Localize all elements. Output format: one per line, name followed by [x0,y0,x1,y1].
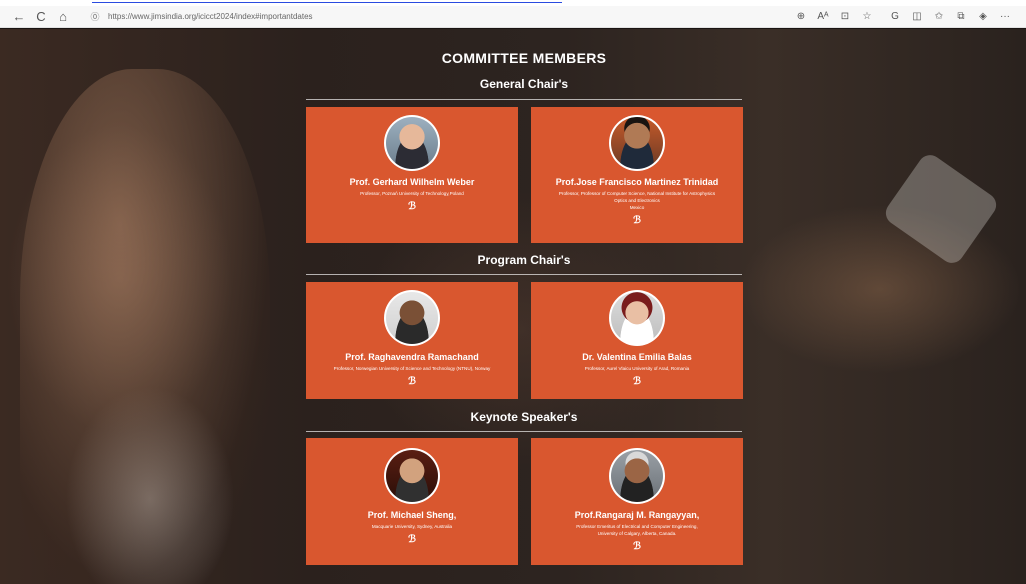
signature-logo-icon: ℬ [633,376,641,387]
member-photo [384,115,440,171]
address-bar[interactable]: ⓪ https://www.jimsindia.org/icicct2024/i… [88,8,748,26]
member-affiliation: Professor, Professor of Computer Science… [558,191,716,196]
member-affiliation: Professor Emeritus of Electrical and Com… [576,524,698,529]
member-affiliation: Macquarie University, Sydney, Australia [371,524,453,529]
favorites-icon[interactable]: ✩ [928,11,950,22]
page-viewport: COMMITTEE MEMBERS General Chair's Prof. … [0,29,1026,584]
page-title: COMMITTEE MEMBERS [441,50,607,66]
section-heading-keynote-speakers: Keynote Speaker's [470,410,578,424]
browser-essentials-icon[interactable]: ◈ [972,11,994,22]
member-affiliation: Optics and Electronics [614,198,660,203]
more-menu-icon[interactable]: ··· [994,11,1016,22]
member-name: Prof. Michael Sheng, [367,510,457,520]
member-card[interactable]: Prof. Gerhard Wilhelm Weber Professor, P… [306,107,518,243]
split-screen-icon[interactable]: ◫ [906,11,928,22]
member-card[interactable]: Prof. Michael Sheng, Macquarie Universit… [306,438,518,565]
refresh-icon[interactable]: C [30,7,52,27]
member-name: Prof. Gerhard Wilhelm Weber [349,177,475,187]
signature-logo-icon: ℬ [408,534,416,545]
member-photo [384,448,440,504]
read-aloud-icon[interactable]: Aᴬ [812,11,834,22]
back-icon[interactable]: ← [8,7,30,27]
signature-logo-icon: ℬ [633,215,641,226]
collections-icon[interactable]: ⧉ [950,11,972,22]
background-photo-person [20,69,270,584]
member-name: Dr. Valentina Emilia Balas [582,352,692,362]
member-photo [609,290,665,346]
member-affiliation: Mexico [629,205,645,210]
partial-link-underline[interactable] [92,0,562,3]
section-heading-general-chairs: General Chair's [479,77,569,91]
favorite-star-icon[interactable]: ☆ [856,11,878,22]
home-icon[interactable]: ⌂ [52,7,74,27]
extension-icon[interactable]: G [884,11,906,22]
signature-logo-icon: ℬ [633,541,641,552]
member-affiliation: University of Calgary, Alberta, Canada. [597,531,677,536]
member-affiliation: Professor, Norwegian University of Scien… [333,366,491,371]
member-photo [609,448,665,504]
member-photo [384,290,440,346]
member-name: Prof. Raghavendra Ramachand [345,352,479,362]
member-affiliation: Professor, Aurel Vlaicu University of Ar… [584,366,690,371]
section-divider [306,431,742,432]
member-name: Prof.Jose Francisco Martinez Trinidad [555,177,719,187]
section-heading-program-chairs: Program Chair's [477,253,571,267]
signature-logo-icon: ℬ [408,376,416,387]
member-name: Prof.Rangaraj M. Rangayyan, [574,510,700,520]
browser-tools: ⊕ Aᴬ ⊡ ☆ G ◫ ✩ ⧉ ◈ ··· [790,11,1016,22]
immersive-reader-icon[interactable]: ⊡ [834,11,856,22]
background-photo-object [881,150,1001,268]
member-card[interactable]: Prof. Raghavendra Ramachand Professor, N… [306,282,518,399]
member-affiliation: Professor, Poznań University of Technolo… [360,191,464,196]
member-card[interactable]: Prof.Jose Francisco Martinez Trinidad Pr… [531,107,743,243]
member-card[interactable]: Dr. Valentina Emilia Balas Professor, Au… [531,282,743,399]
section-divider [306,274,742,275]
section-divider [306,99,742,100]
member-card[interactable]: Prof.Rangaraj M. Rangayyan, Professor Em… [531,438,743,565]
site-info-icon[interactable]: ⓪ [88,10,102,23]
member-photo [609,115,665,171]
signature-logo-icon: ℬ [408,201,416,212]
zoom-icon[interactable]: ⊕ [790,11,812,22]
address-url: https://www.jimsindia.org/icicct2024/ind… [108,12,313,21]
browser-toolbar: ← C ⌂ ⓪ https://www.jimsindia.org/icicct… [0,6,1026,28]
